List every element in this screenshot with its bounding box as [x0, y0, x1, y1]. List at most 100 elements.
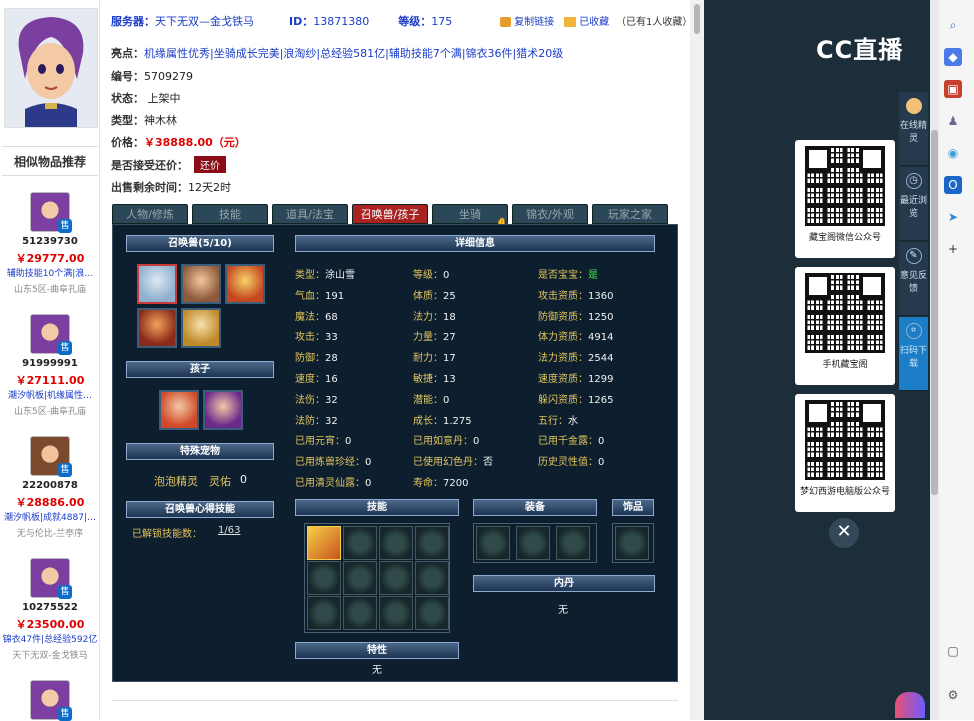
sprite-icon	[905, 98, 922, 114]
bargain-button[interactable]: 还价	[194, 156, 226, 173]
scan-icon: ⌗	[905, 323, 922, 339]
equip-slot[interactable]	[516, 526, 550, 560]
qr-wechat: 藏宝阁微信公众号	[795, 140, 895, 258]
ornament-slot[interactable]	[615, 526, 649, 560]
send-icon[interactable]: ➤	[944, 208, 962, 226]
summon-slot[interactable]	[137, 264, 177, 304]
skill-slot[interactable]	[379, 561, 413, 595]
item-server: 天下无双-金戈铁马	[12, 651, 88, 661]
page-scrollbar[interactable]	[690, 0, 704, 720]
stat-value: 17	[443, 353, 456, 365]
special-soul-value: 0	[240, 473, 247, 486]
stat-item: 躲闪资质：1265	[538, 391, 613, 406]
skill-slot[interactable]	[307, 596, 341, 630]
skill-slot[interactable]	[343, 526, 377, 560]
copy-link-button[interactable]: 复制链接	[500, 13, 554, 28]
circle-icon[interactable]: ◉	[944, 144, 962, 162]
side-scan-download[interactable]: ⌗ 扫码下载	[899, 317, 928, 391]
stat-label: 体质：	[413, 290, 443, 302]
summon-slot[interactable]	[137, 308, 177, 348]
tab-character[interactable]: 人物/修炼	[112, 204, 188, 224]
summon-slot[interactable]	[225, 264, 265, 304]
stat-label: 速度资质：	[538, 374, 588, 385]
item-desc[interactable]: 潮汐帆板|成就4887|…	[0, 510, 100, 523]
add-icon[interactable]: +	[944, 240, 962, 258]
side-recent[interactable]: ◷ 最近浏览	[899, 167, 928, 241]
brain-icon[interactable]	[895, 692, 925, 718]
tab-outfits[interactable]: 锦衣/外观	[512, 204, 588, 224]
stat-value: 0	[345, 436, 352, 448]
stat-label: 魔法：	[295, 311, 325, 323]
browser-scrollbar-thumb[interactable]	[931, 130, 938, 495]
stat-label: 类型：	[295, 270, 325, 281]
equip-slot[interactable]	[556, 526, 590, 560]
tag-icon[interactable]: ◆	[944, 48, 962, 66]
search-icon[interactable]: ⌕	[944, 16, 962, 34]
item-desc[interactable]: 潮汐帆板|机缘属性…	[0, 388, 100, 401]
mind-skill-header: 召唤兽心得技能	[126, 501, 274, 518]
screen-icon[interactable]: ▢	[944, 642, 962, 660]
tab-skills[interactable]: 技能	[192, 204, 268, 224]
child-slot[interactable]	[159, 390, 199, 430]
stat-label: 防御：	[295, 353, 325, 365]
side-feedback[interactable]: ✎ 意见反馈	[899, 242, 928, 316]
skill-slot[interactable]	[307, 526, 341, 560]
stat-value: 32	[325, 415, 338, 427]
stat-value: 0	[365, 457, 372, 469]
stat-value: 0	[598, 436, 605, 448]
stat-label: 速度：	[295, 374, 325, 385]
page-scrollbar-thumb[interactable]	[694, 4, 700, 34]
stat-item: 潜能：0	[413, 391, 449, 406]
item-price: ￥27111.00	[15, 374, 85, 387]
stat-label: 攻击资质：	[538, 290, 588, 302]
side-online-sprite[interactable]: 在线精灵	[899, 92, 928, 166]
skill-slot[interactable]	[379, 596, 413, 630]
similar-item-card[interactable]: 售 22200878 ￥28886.00 潮汐帆板|成就4887|… 无与伦比-…	[0, 436, 100, 561]
child-slot[interactable]	[203, 390, 243, 430]
server-label: 服务器：	[111, 15, 155, 28]
trait-value: 无	[372, 665, 382, 676]
favorite-button[interactable]: 已收藏	[564, 13, 609, 28]
skill-slot[interactable]	[415, 561, 449, 595]
type-row: 类型：神木林	[111, 114, 177, 127]
skill-slot[interactable]	[343, 561, 377, 595]
equip-header: 装备	[473, 499, 597, 516]
stat-item: 防御：28	[295, 349, 338, 364]
item-server: 山东5区-曲阜孔庙	[14, 407, 86, 417]
tab-items[interactable]: 道具/法宝	[272, 204, 348, 224]
similar-item-card[interactable]: 售 91999991 ￥27111.00 潮汐帆板|机缘属性… 山东5区-曲阜孔…	[0, 314, 100, 439]
stat-value: 13	[443, 374, 456, 385]
stat-item: 体力资质：4914	[538, 328, 613, 343]
summon-slot[interactable]	[181, 308, 221, 348]
stat-item: 已用清灵仙露：0	[295, 474, 371, 489]
settings-icon[interactable]: ⚙	[944, 686, 962, 704]
stat-value: 是	[588, 270, 598, 281]
stat-item: 攻击资质：1360	[538, 287, 613, 302]
stat-value: 否	[483, 457, 493, 469]
outlook-icon[interactable]: O	[944, 176, 962, 194]
highlights-value: 机缘属性优秀|坐骑成长完美|浪淘纱|总经验581亿|辅助技能7个满|锦衣36件|…	[144, 47, 564, 60]
item-desc[interactable]: 辅助技能10个满|浪…	[0, 266, 100, 279]
similar-item-card[interactable]: 售	[0, 680, 100, 721]
item-desc[interactable]: 锦衣47件|总经验592亿	[0, 632, 100, 645]
skill-slot[interactable]	[307, 561, 341, 595]
similar-item-card[interactable]: 售 51239730 ￥29777.00 辅助技能10个满|浪… 山东5区-曲阜…	[0, 192, 100, 317]
skill-slot[interactable]	[379, 526, 413, 560]
sale-badge: 售	[58, 219, 72, 233]
stat-value: 16	[325, 374, 338, 385]
tab-summons[interactable]: 召唤兽/孩子	[352, 204, 428, 224]
summon-slot[interactable]	[181, 264, 221, 304]
skill-slot[interactable]	[415, 596, 449, 630]
skill-slot[interactable]	[415, 526, 449, 560]
equip-slot[interactable]	[476, 526, 510, 560]
skill-slot[interactable]	[343, 596, 377, 630]
toolbox-icon[interactable]: ▣	[944, 80, 962, 98]
similar-item-card[interactable]: 售 10275522 ￥23500.00 锦衣47件|总经验592亿 天下无双-…	[0, 558, 100, 683]
close-button[interactable]: ✕	[829, 518, 859, 548]
tab-home[interactable]: 玩家之家	[592, 204, 668, 224]
stat-item: 成长：1.275	[413, 412, 472, 427]
qr-code	[805, 146, 885, 226]
unlock-value[interactable]: 1/63	[218, 525, 240, 536]
people-icon[interactable]: ♟	[944, 112, 962, 130]
stat-label: 是否宝宝：	[538, 270, 588, 281]
